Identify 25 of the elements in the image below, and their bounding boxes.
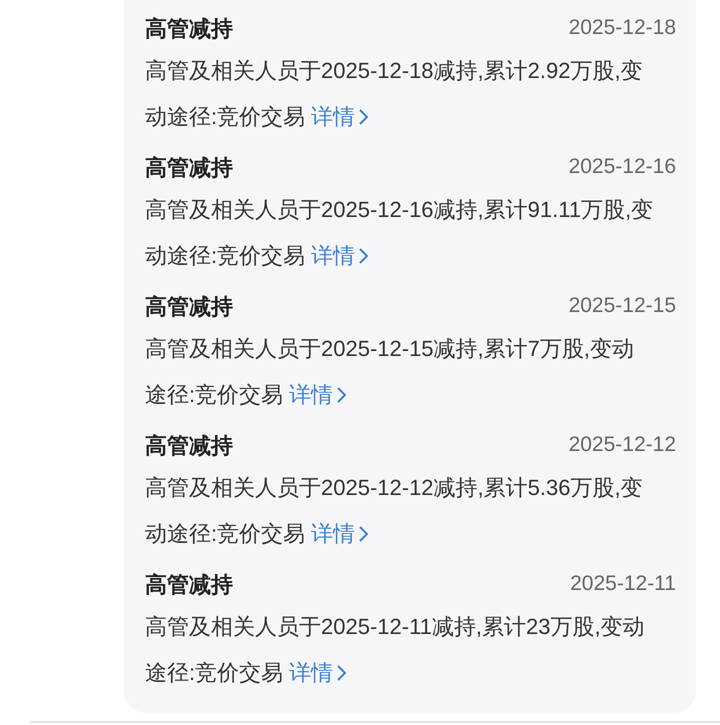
entry-date: 2025-12-12 <box>568 432 676 458</box>
entry-title: 高管减持 <box>145 432 233 460</box>
chevron-right-icon <box>359 526 368 542</box>
details-link[interactable]: 详情 <box>311 94 368 140</box>
entry-date: 2025-12-15 <box>568 293 676 320</box>
entry-description: 高管及相关人员于2025-12-12减持,累计5.36万股,变动途径:竞价交易 详情 <box>145 465 655 557</box>
entry-description: 高管及相关人员于2025-12-15减持,累计7万股,变动途径:竞价交易 详情 <box>145 326 655 418</box>
chevron-right-icon <box>337 387 346 403</box>
entry-title: 高管减持 <box>145 14 233 42</box>
entry-title: 高管减持 <box>145 292 233 320</box>
chevron-right-icon <box>359 109 368 125</box>
entry-date: 2025-12-11 <box>570 571 676 598</box>
entry-description: 高管及相关人员于2025-12-18减持,累计2.92万股,变动途径:竞价交易 详情 <box>145 48 655 140</box>
chevron-right-icon <box>337 665 346 681</box>
chevron-right-icon <box>359 248 368 264</box>
entry-title: 高管减持 <box>145 154 233 182</box>
entry-description: 高管及相关人员于2025-12-16减持,累计91.11万股,变动途径:竞价交易 详情 <box>145 187 655 279</box>
entry-date: 2025-12-16 <box>568 154 676 180</box>
details-link[interactable]: 详情 <box>311 233 368 279</box>
entry-title: 高管减持 <box>145 570 233 598</box>
details-link[interactable]: 详情 <box>311 511 368 557</box>
entry-description: 高管及相关人员于2025-12-11减持,累计23万股,变动途径:竞价交易 详情 <box>145 604 655 696</box>
entry-date: 2025-12-18 <box>568 15 676 42</box>
details-link[interactable]: 详情 <box>289 650 346 696</box>
details-link[interactable]: 详情 <box>289 372 346 418</box>
